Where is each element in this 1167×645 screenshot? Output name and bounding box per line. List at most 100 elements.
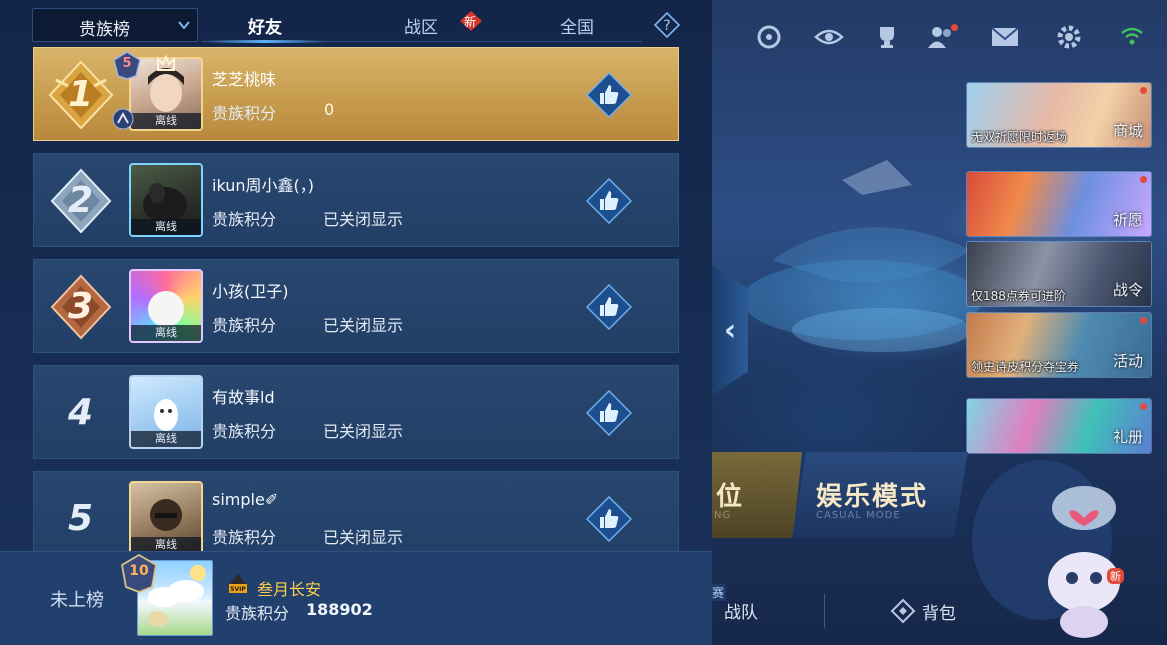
- my-rank-row: 未上榜 10 5VIP 叁月长安 贵族积分 188902: [0, 551, 712, 645]
- spectate-eye-icon[interactable]: [812, 22, 846, 52]
- mail-icon[interactable]: [988, 22, 1022, 52]
- notification-dot: [1140, 176, 1147, 183]
- avatar[interactable]: 离线: [129, 375, 203, 449]
- rank-number: 5: [68, 498, 94, 539]
- active-tab-underline: [206, 40, 324, 43]
- my-score-label: 贵族积分: [225, 604, 290, 623]
- like-thumbs-up-icon[interactable]: [586, 390, 632, 436]
- board-type-dropdown[interactable]: 贵族榜: [32, 8, 198, 42]
- score-label: 贵族积分: [212, 210, 277, 229]
- backpack-nav-button[interactable]: 背包: [890, 598, 956, 624]
- rank-number: 3: [68, 286, 94, 327]
- new-badge-text: 新: [464, 15, 477, 29]
- score-value: 已关闭显示: [323, 422, 404, 441]
- team-nav-label: 战队: [724, 603, 758, 623]
- chevron-down-icon: [178, 21, 190, 30]
- my-score-value: 188902: [306, 600, 373, 619]
- my-rank-status: 未上榜: [50, 590, 104, 611]
- battle-pass-card-label: 战令: [1112, 281, 1143, 299]
- avatar[interactable]: 离线: [129, 481, 203, 555]
- wish-card-label: 祈愿: [1112, 211, 1143, 229]
- my-player-name: 叁月长安: [257, 580, 322, 599]
- settings-gear-icon[interactable]: [1052, 22, 1086, 52]
- mode-row: 位 NG 娱乐模式 CASUAL MODE: [692, 452, 972, 538]
- team-nav-button[interactable]: 战队: [724, 598, 758, 623]
- backpack-nav-label: 背包: [922, 603, 956, 624]
- notification-dot: [1140, 403, 1147, 410]
- offline-status: 离线: [131, 219, 201, 235]
- wifi-signal-icon: [1117, 22, 1147, 52]
- gift-book-card[interactable]: 礼册: [966, 398, 1152, 454]
- player-name: 有故事ld: [212, 388, 275, 407]
- notification-dot: [951, 24, 958, 31]
- backpack-icon: [890, 598, 916, 624]
- battle-pass-card-caption: 仅188点券可进阶: [971, 289, 1066, 303]
- vip-badge: 5VIP: [227, 572, 249, 596]
- notification-dot: [1140, 87, 1147, 94]
- tab-friends[interactable]: 好友: [248, 8, 282, 42]
- board-type-value: 贵族榜: [79, 20, 130, 40]
- tab-friends-label: 好友: [248, 17, 282, 38]
- mentor-badge-icon: [112, 108, 134, 130]
- score-label: 贵族积分: [212, 422, 277, 441]
- tab-national[interactable]: 全国: [560, 8, 594, 42]
- chevron-left-icon: ‹: [723, 312, 737, 348]
- trophy-icon[interactable]: [870, 22, 904, 52]
- ranked-mode-title: 位: [716, 482, 745, 512]
- moon-icon[interactable]: [1028, 596, 1058, 622]
- avatar[interactable]: 离线: [129, 269, 203, 343]
- tab-national-label: 全国: [560, 17, 594, 38]
- score-label: 贵族积分: [212, 104, 277, 123]
- my-level-number: 10: [129, 563, 149, 579]
- event-card[interactable]: 领史诗皮积分夺宝券 活动: [966, 312, 1152, 378]
- shop-card[interactable]: 无双祈愿限时返场 商城: [966, 82, 1152, 148]
- gift-book-card-label: 礼册: [1112, 428, 1143, 446]
- player-name: 小孩(卫子): [212, 282, 289, 301]
- svg-text:?: ?: [663, 18, 670, 34]
- bottom-nav: 赛 战队 背包: [710, 580, 1167, 645]
- leaderboard-tabs: 贵族榜 好友 战区 新 全国 ?: [32, 8, 680, 43]
- offline-status: 离线: [131, 325, 201, 341]
- offline-status: 离线: [131, 113, 201, 129]
- like-thumbs-up-icon[interactable]: [586, 72, 632, 118]
- level-badge: 5: [112, 50, 142, 80]
- casual-mode-title: 娱乐模式: [816, 482, 929, 512]
- score-label: 贵族积分: [212, 316, 277, 335]
- wish-card[interactable]: 祈愿: [966, 171, 1152, 237]
- leaderboard-row[interactable]: 1 离线 5 芝芝桃味 贵族积分 0: [33, 47, 679, 141]
- event-card-label: 活动: [1112, 352, 1143, 370]
- leaderboard-row[interactable]: 3 离线 小孩(卫子) 贵族积分 已关闭显示: [33, 259, 679, 353]
- like-thumbs-up-icon[interactable]: [586, 178, 632, 224]
- nav-divider: [824, 594, 825, 628]
- battle-pass-card[interactable]: 仅188点券可进阶 战令: [966, 241, 1152, 307]
- casual-mode-button[interactable]: 娱乐模式 CASUAL MODE: [792, 452, 968, 538]
- score-value: 已关闭显示: [323, 528, 404, 547]
- tab-region[interactable]: 战区: [404, 8, 438, 42]
- new-badge-icon: 新: [458, 10, 484, 32]
- crown-icon: [157, 54, 175, 71]
- notification-dot: [1140, 317, 1147, 324]
- help-icon[interactable]: ?: [654, 12, 680, 38]
- shop-card-caption: 无双祈愿限时返场: [971, 130, 1068, 144]
- rank-number: 1: [68, 74, 94, 115]
- score-value: 0: [324, 100, 335, 119]
- my-level-badge: 10: [119, 553, 159, 593]
- leaderboard-row[interactable]: 2 离线 ikun周小鑫(，) 贵族积分 已关闭显示: [33, 153, 679, 247]
- score-value: 已关闭显示: [323, 316, 404, 335]
- like-thumbs-up-icon[interactable]: [586, 496, 632, 542]
- top-bar: [712, 0, 1167, 70]
- vip-label: 5VIP: [230, 586, 246, 593]
- rank-number: 2: [68, 180, 94, 221]
- leaderboard-panel: 贵族榜 好友 战区 新 全国 ? 1 离线 5 芝芝桃味 贵族积分 0 2 离线…: [0, 0, 712, 645]
- player-name: 芝芝桃味: [212, 70, 277, 89]
- leaderboard-row[interactable]: 4 离线 有故事ld 贵族积分 已关闭显示: [33, 365, 679, 459]
- like-thumbs-up-icon[interactable]: [586, 284, 632, 330]
- offline-status: 离线: [131, 431, 201, 447]
- friends-icon[interactable]: [924, 22, 958, 52]
- score-label: 贵族积分: [212, 528, 277, 547]
- avatar[interactable]: 离线: [129, 163, 203, 237]
- event-card-caption: 领史诗皮积分夺宝券: [971, 360, 1080, 374]
- player-name: ikun周小鑫(，): [212, 176, 314, 195]
- score-value: 已关闭显示: [323, 210, 404, 229]
- ranked-icon[interactable]: [752, 22, 786, 52]
